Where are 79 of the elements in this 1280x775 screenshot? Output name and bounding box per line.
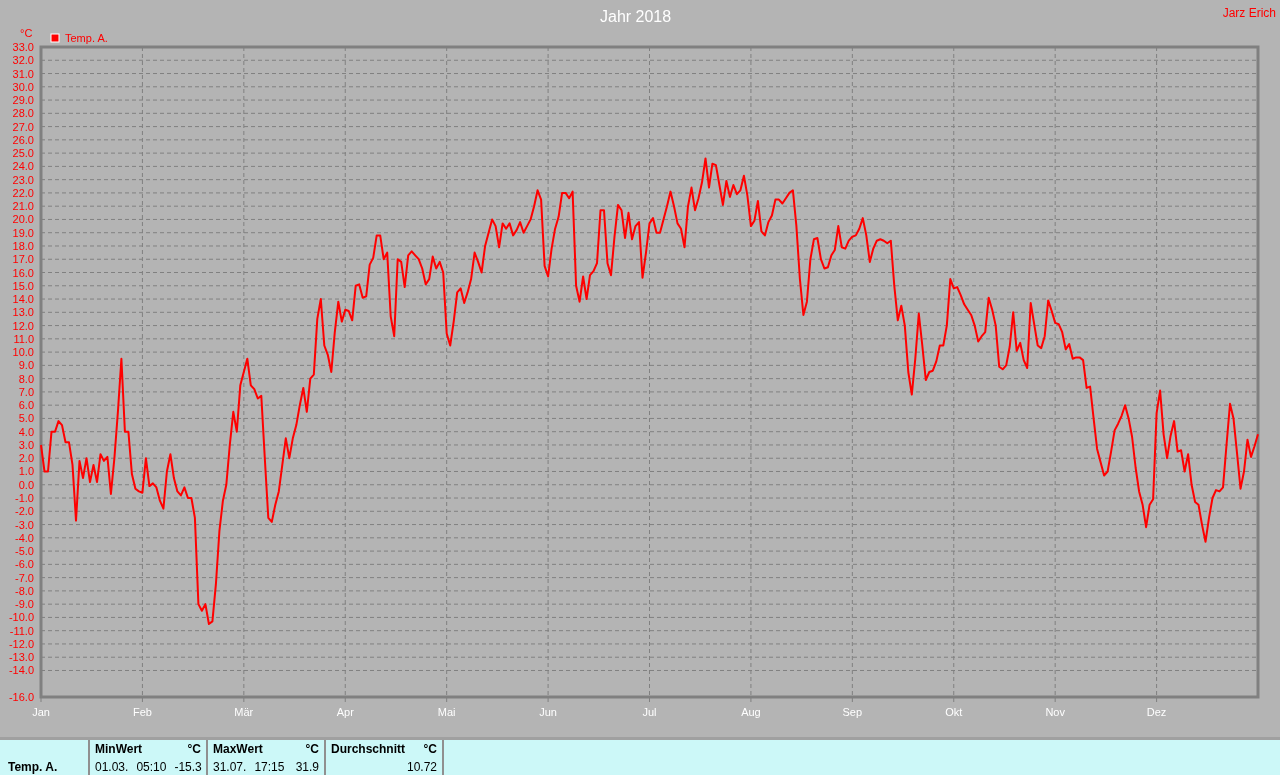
stat-time: 17:15 — [254, 759, 285, 775]
y-tick-label: 2.0 — [18, 452, 34, 465]
y-tick-label: 1.0 — [18, 465, 34, 478]
x-tick-label: Jul — [642, 706, 657, 718]
y-tick-label: 14.0 — [12, 293, 34, 306]
y-tick-label: 25.0 — [12, 147, 34, 160]
y-tick-label: 8.0 — [18, 372, 34, 385]
x-tick-label: Nov — [1045, 706, 1065, 718]
y-tick-label: -7.0 — [15, 571, 34, 584]
y-tick-label: 3.0 — [18, 438, 34, 451]
y-tick-label: 21.0 — [12, 200, 34, 213]
x-tick-label: Sep — [842, 706, 863, 718]
x-tick-label: Apr — [336, 706, 354, 718]
y-tick-label: 31.0 — [12, 67, 34, 80]
x-tick-label: Dez — [1146, 706, 1167, 718]
y-tick-label: 20.0 — [12, 213, 34, 226]
y-tick-label: 18.0 — [12, 240, 34, 252]
y-tick-label: 10.0 — [12, 346, 34, 359]
stat-unit: °C — [187, 741, 201, 758]
y-tick-label: 22.0 — [12, 186, 34, 199]
y-tick-label: 23.0 — [12, 173, 34, 186]
author-label: Jarz Erich — [1222, 5, 1276, 22]
y-tick-label: -14.0 — [8, 664, 34, 677]
stat-unit: °C — [423, 741, 437, 758]
y-tick-label: 4.0 — [18, 425, 34, 438]
y-tick-label: 16.0 — [12, 266, 34, 279]
y-tick-label: 26.0 — [12, 133, 34, 146]
y-tick-label: 28.0 — [12, 107, 34, 120]
y-tick-label: -1.0 — [15, 492, 34, 504]
y-tick-label: 30.0 — [12, 80, 34, 93]
y-tick-label: 5.0 — [18, 412, 34, 425]
y-tick-label: 6.0 — [18, 399, 34, 412]
chart-title: Jahr 2018 — [600, 7, 672, 27]
y-tick-label: -2.0 — [15, 505, 34, 518]
x-tick-label: Jun — [539, 706, 557, 718]
stat-header: MinWert — [95, 741, 143, 758]
y-tick-label: -5.0 — [15, 545, 34, 558]
y-tick-label: -10.0 — [8, 611, 34, 624]
y-tick-label: 29.0 — [12, 94, 34, 107]
y-tick-label: 9.0 — [18, 359, 34, 372]
y-tick-label: 13.0 — [12, 306, 34, 319]
stat-time: 05:10 — [136, 759, 167, 775]
legend-label: Temp. A. — [65, 32, 108, 44]
y-tick-label: 12.0 — [12, 319, 34, 332]
y-tick-label: 7.0 — [18, 385, 34, 398]
y-tick-label: 15.0 — [12, 279, 34, 292]
y-tick-label: -16.0 — [8, 691, 34, 703]
x-tick-label: Mär — [234, 706, 254, 718]
stat-header: Durchschnitt — [331, 741, 405, 758]
stat-date: 31.07. — [213, 759, 247, 775]
y-tick-label: -9.0 — [15, 598, 34, 611]
y-tick-label: 17.0 — [12, 253, 34, 266]
x-tick-label: Mai — [437, 706, 456, 718]
x-tick-label: Feb — [132, 706, 152, 718]
y-tick-label: 33.0 — [12, 41, 34, 53]
y-tick-label: -8.0 — [15, 584, 34, 597]
y-tick-label: -4.0 — [15, 531, 34, 544]
y-tick-label: -6.0 — [15, 558, 34, 571]
stat-value: -15.3 — [174, 759, 202, 775]
y-tick-label: -13.0 — [8, 651, 34, 664]
unit-label: °C — [20, 27, 33, 39]
y-tick-label: 11.0 — [13, 332, 34, 345]
y-tick-label: -12.0 — [8, 637, 34, 650]
stat-header: MaxWert — [213, 741, 263, 758]
y-tick-label: -3.0 — [15, 518, 34, 531]
x-tick-label: Jan — [32, 706, 50, 718]
stat-unit: °C — [305, 741, 319, 758]
stat-date: 01.03. — [95, 759, 129, 775]
y-tick-label: 27.0 — [12, 120, 34, 133]
y-tick-label: 32.0 — [12, 54, 34, 67]
y-tick-label: 24.0 — [12, 160, 34, 173]
y-tick-label: 0.0 — [18, 478, 34, 491]
stat-value: 10.72 — [406, 759, 437, 775]
row-label: Temp. A. — [8, 759, 58, 775]
x-tick-label: Aug — [741, 706, 761, 718]
x-tick-label: Okt — [945, 706, 963, 718]
stat-value: 31.9 — [295, 759, 319, 775]
y-tick-label: 19.0 — [12, 226, 34, 239]
y-tick-label: -11.0 — [9, 624, 34, 637]
